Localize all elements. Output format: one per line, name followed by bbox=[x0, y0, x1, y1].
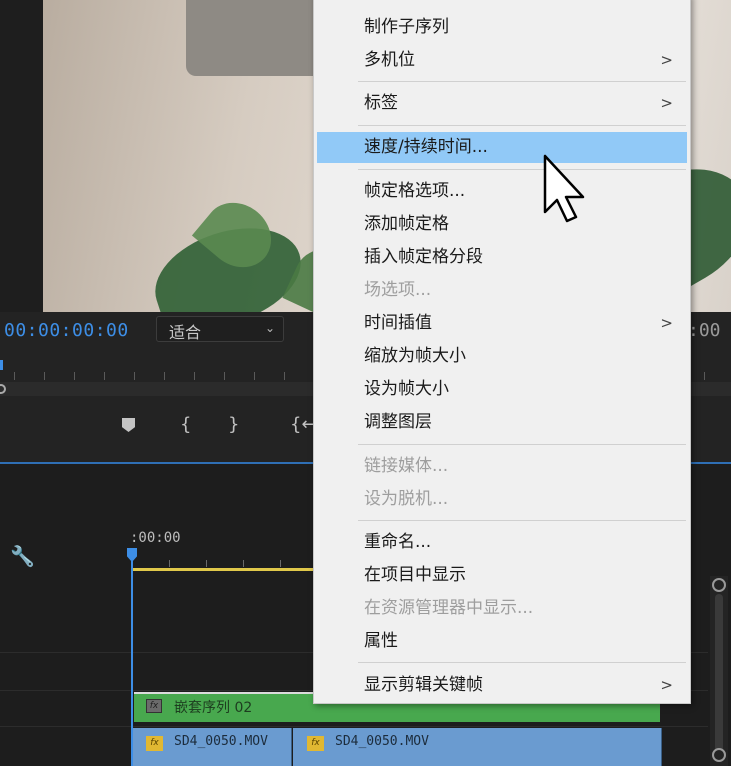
video-clip[interactable]: fx SD4_0050.MOV bbox=[293, 728, 662, 766]
tick bbox=[74, 372, 75, 380]
tick bbox=[284, 372, 285, 380]
menu-item-scale-to-frame-size[interactable]: 缩放为帧大小 bbox=[317, 341, 687, 371]
menu-item-label: 添加帧定格 bbox=[364, 214, 449, 234]
menu-item-label: 显示剪辑关键帧 bbox=[364, 675, 483, 695]
chevron-right-icon: > bbox=[660, 94, 673, 112]
tick bbox=[194, 372, 195, 380]
menu-item-time-interpolation[interactable]: 时间插值 > bbox=[317, 308, 687, 338]
scrollbar-track bbox=[715, 594, 723, 754]
tick bbox=[104, 372, 105, 380]
menu-item-adjustment-layer[interactable]: 调整图层 bbox=[317, 407, 687, 437]
timeline-ruler[interactable] bbox=[132, 560, 317, 568]
menu-item-label: 链接媒体... bbox=[364, 456, 449, 476]
tick bbox=[280, 560, 281, 567]
menu-item-label: 帧定格选项... bbox=[364, 181, 466, 201]
menu-item-show-clip-keyframes[interactable]: 显示剪辑关键帧 > bbox=[317, 670, 687, 700]
tick bbox=[169, 560, 170, 567]
menu-item-add-frame-hold[interactable]: 添加帧定格 bbox=[317, 209, 687, 239]
menu-item-label: 插入帧定格分段 bbox=[364, 247, 483, 267]
menu-item-rename[interactable]: 重命名... bbox=[317, 527, 687, 557]
timeline-vertical-scrollbar[interactable] bbox=[710, 576, 728, 766]
menu-separator bbox=[358, 520, 686, 521]
menu-separator bbox=[358, 81, 686, 82]
work-area-bar[interactable] bbox=[132, 568, 317, 571]
menu-item-label: 在资源管理器中显示... bbox=[364, 598, 534, 618]
video-clip[interactable]: fx SD4_0050.MOV bbox=[132, 728, 292, 766]
scrollbar-handle[interactable] bbox=[712, 578, 726, 592]
clip-context-menu: 制作子序列 多机位 > 标签 > 速度/持续时间... 帧定格选项... 添加帧定格… bbox=[313, 0, 691, 704]
tick bbox=[206, 560, 207, 567]
timeline-playhead-line[interactable] bbox=[131, 548, 133, 766]
menu-item-label: 设为帧大小 bbox=[364, 379, 449, 399]
menu-item-label: 时间插值 bbox=[364, 313, 432, 333]
tick bbox=[134, 372, 135, 380]
menu-separator bbox=[358, 125, 686, 126]
tick bbox=[254, 372, 255, 380]
mouse-pointer-icon bbox=[543, 154, 585, 223]
menu-item-reveal-in-explorer: 在资源管理器中显示... bbox=[317, 593, 687, 623]
timeline-ruler-time: :00:00 bbox=[130, 530, 181, 546]
tick bbox=[243, 560, 244, 567]
scrollbar-handle[interactable] bbox=[712, 748, 726, 762]
wrench-icon[interactable]: 🔧 bbox=[10, 544, 35, 568]
fx-badge-icon: fx bbox=[307, 736, 324, 751]
menu-item-label: 速度/持续时间... bbox=[364, 137, 488, 157]
menu-item-frame-hold-options[interactable]: 帧定格选项... bbox=[317, 176, 687, 206]
menu-item-multicam[interactable]: 多机位 > bbox=[317, 45, 687, 75]
zoom-fit-select[interactable]: 适合 ⌄ bbox=[156, 316, 284, 342]
menu-separator bbox=[358, 169, 686, 170]
track-divider bbox=[0, 726, 708, 727]
menu-item-set-to-frame-size[interactable]: 设为帧大小 bbox=[317, 374, 687, 404]
menu-item-speed-duration[interactable]: 速度/持续时间... bbox=[317, 132, 687, 163]
menu-item-label: 重命名... bbox=[364, 532, 432, 552]
menu-item-reveal-in-project[interactable]: 在项目中显示 bbox=[317, 560, 687, 590]
zoom-fit-value: 适合 bbox=[169, 323, 202, 342]
menu-separator bbox=[358, 444, 686, 445]
clip-name: SD4_0050.MOV bbox=[174, 734, 268, 749]
tick bbox=[14, 372, 15, 380]
menu-item-label: 在项目中显示 bbox=[364, 565, 466, 585]
menu-item-label: 缩放为帧大小 bbox=[364, 346, 466, 366]
tick bbox=[224, 372, 225, 380]
tick bbox=[164, 372, 165, 380]
menu-item-label: 属性 bbox=[364, 631, 398, 651]
monitor-playhead[interactable] bbox=[0, 360, 3, 370]
clip-name: SD4_0050.MOV bbox=[335, 734, 429, 749]
menu-item-make-offline: 设为脱机... bbox=[317, 484, 687, 514]
menu-item-properties[interactable]: 属性 bbox=[317, 626, 687, 656]
menu-item-label: 多机位 bbox=[364, 50, 415, 70]
preview-pot bbox=[186, 0, 326, 76]
menu-item-link-media: 链接媒体... bbox=[317, 451, 687, 481]
chevron-right-icon: > bbox=[660, 676, 673, 694]
menu-item-label-color[interactable]: 标签 > bbox=[317, 88, 687, 118]
chevron-right-icon: > bbox=[660, 51, 673, 69]
menu-item-label: 标签 bbox=[364, 93, 398, 113]
menu-item-field-options: 场选项... bbox=[317, 275, 687, 305]
menu-item-insert-frame-hold-segment[interactable]: 插入帧定格分段 bbox=[317, 242, 687, 272]
fx-badge-icon: fx bbox=[146, 699, 162, 713]
menu-item-label: 场选项... bbox=[364, 280, 432, 300]
mark-in-icon[interactable]: { bbox=[180, 414, 191, 435]
menu-separator bbox=[358, 662, 686, 663]
tick bbox=[44, 372, 45, 380]
menu-item-label: 调整图层 bbox=[364, 412, 432, 432]
mark-out-icon[interactable]: } bbox=[228, 414, 239, 435]
menu-item-label: 制作子序列 bbox=[364, 17, 449, 37]
fx-badge-icon: fx bbox=[146, 736, 163, 751]
playhead-timecode[interactable]: 00:00:00:00 bbox=[4, 320, 129, 341]
chevron-down-icon: ⌄ bbox=[264, 321, 275, 335]
menu-item-label: 设为脱机... bbox=[364, 489, 449, 509]
tick bbox=[704, 372, 705, 380]
menu-item-make-subsequence[interactable]: 制作子序列 bbox=[317, 12, 687, 42]
duration-timecode: :00 bbox=[688, 320, 721, 341]
clip-name: 嵌套序列 02 bbox=[174, 700, 253, 716]
chevron-right-icon: > bbox=[660, 314, 673, 332]
